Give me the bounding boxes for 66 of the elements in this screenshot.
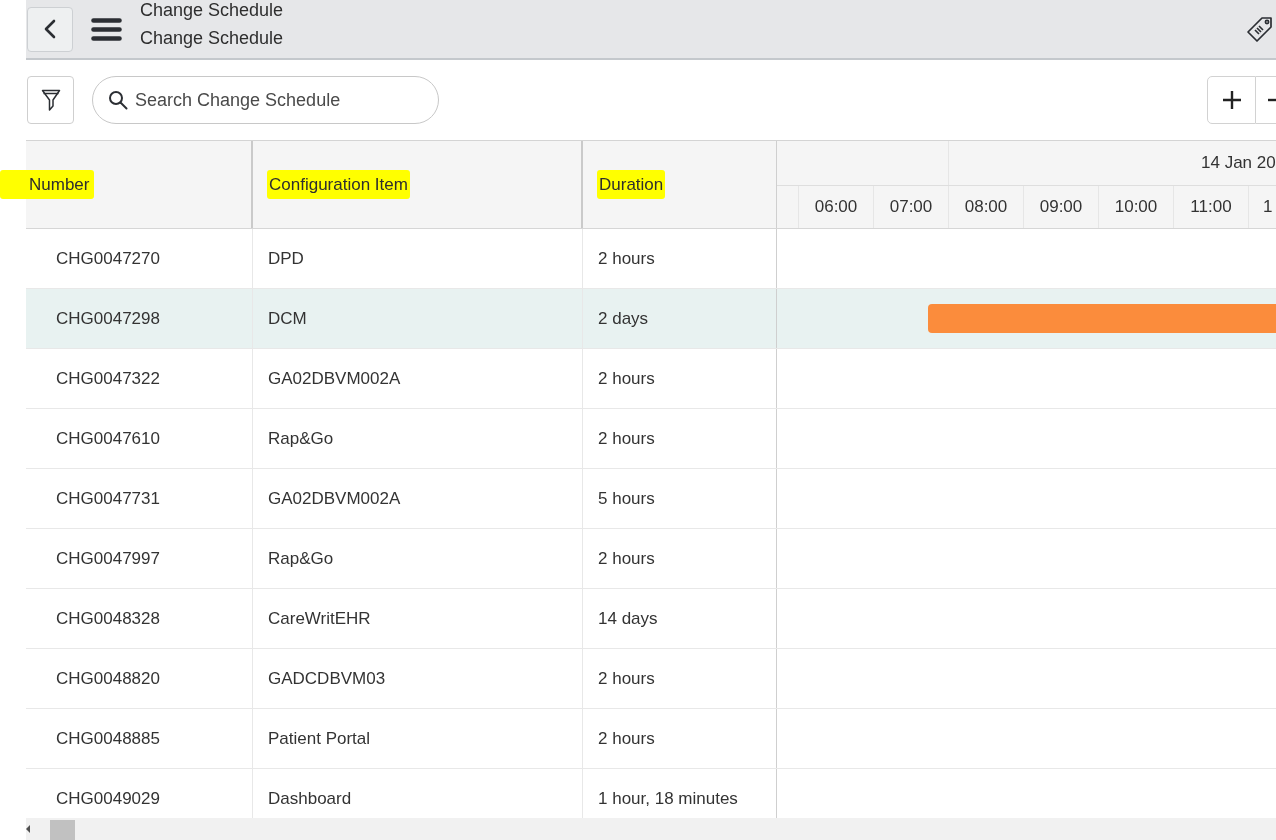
table-cell-text: 2 hours bbox=[598, 727, 655, 750]
hour-label: 08:00 bbox=[964, 196, 1008, 219]
search-field[interactable]: Search Change Schedule bbox=[92, 76, 439, 124]
plus-icon bbox=[1221, 90, 1242, 110]
table-cell-text: CHG0047322 bbox=[56, 367, 160, 390]
table-cell-text: 2 hours bbox=[598, 247, 655, 270]
table-cell-text: DCM bbox=[268, 307, 307, 330]
table-cell-text: Dashboard bbox=[268, 787, 352, 810]
table-cell-text: CHG0047731 bbox=[56, 487, 160, 510]
table-cell-text: CHG0048820 bbox=[56, 667, 160, 690]
table-cell-text: 2 hours bbox=[598, 667, 655, 690]
table-row[interactable]: CHG0048820 GADCDBVM03 2 hours bbox=[26, 649, 1276, 709]
zoom-in-button[interactable] bbox=[1207, 76, 1256, 124]
hour-label: 07:00 bbox=[889, 196, 933, 219]
table-cell-text: 14 days bbox=[598, 607, 658, 630]
column-header[interactable]: Number bbox=[0, 169, 95, 200]
table-cell-text: 2 days bbox=[598, 307, 649, 330]
hour-label: 1 bbox=[1263, 196, 1273, 219]
minus-icon bbox=[1268, 98, 1276, 102]
table-cell-text: CHG0047610 bbox=[56, 427, 160, 450]
table-cell-text: GADCDBVM03 bbox=[268, 667, 386, 690]
breadcrumb-title: Change Schedule bbox=[140, 0, 284, 22]
table-cell-text: GA02DBVM002A bbox=[268, 487, 401, 510]
table-cell-text: CHG0047997 bbox=[56, 547, 160, 570]
table-cell-text: 1 hour, 18 minutes bbox=[598, 787, 738, 810]
table-cell-text: DPD bbox=[268, 247, 304, 270]
table-row[interactable]: CHG0048885 Patient Portal 2 hours bbox=[26, 709, 1276, 769]
table-cell-text: 2 hours bbox=[598, 427, 655, 450]
menu-icon[interactable] bbox=[91, 17, 122, 41]
hour-label: 06:00 bbox=[814, 196, 858, 219]
table-cell-text: 2 hours bbox=[598, 547, 655, 570]
table-cell-text: 5 hours bbox=[598, 487, 655, 510]
funnel-icon bbox=[40, 88, 61, 112]
table-row[interactable]: CHG0047298 DCM 2 days bbox=[26, 289, 1276, 349]
table-row[interactable]: CHG0047610 Rap&Go 2 hours bbox=[26, 409, 1276, 469]
date-label: 14 Jan 20 bbox=[1201, 152, 1276, 175]
back-button[interactable] bbox=[27, 6, 73, 52]
scroll-left-arrow-icon[interactable] bbox=[26, 825, 30, 833]
scrollbar-thumb[interactable] bbox=[50, 820, 75, 840]
column-header[interactable]: Duration bbox=[597, 169, 666, 200]
search-icon bbox=[108, 90, 128, 110]
hour-label: 09:00 bbox=[1039, 196, 1083, 219]
table-cell-text: CHG0048328 bbox=[56, 607, 160, 630]
chevron-left-icon bbox=[44, 19, 56, 39]
table-row[interactable]: CHG0047731 GA02DBVM002A 5 hours bbox=[26, 469, 1276, 529]
table-cell-text: Rap&Go bbox=[268, 547, 334, 570]
table-cell-text: Patient Portal bbox=[268, 727, 371, 750]
hour-label: 10:00 bbox=[1114, 196, 1158, 219]
hour-label: 11:00 bbox=[1190, 196, 1232, 219]
page-title: Change Schedule bbox=[140, 27, 284, 50]
horizontal-scrollbar[interactable] bbox=[26, 818, 1276, 840]
table-cell-text: Rap&Go bbox=[268, 427, 334, 450]
table-cell-text: CHG0047270 bbox=[56, 247, 160, 270]
table-cell-text: CHG0048885 bbox=[56, 727, 160, 750]
table-row[interactable]: CHG0047997 Rap&Go 2 hours bbox=[26, 529, 1276, 589]
table-row[interactable]: CHG0047270 DPD 2 hours bbox=[26, 229, 1276, 289]
table-cell-text: CareWritEHR bbox=[268, 607, 371, 630]
table-row[interactable]: CHG0047322 GA02DBVM002A 2 hours bbox=[26, 349, 1276, 409]
table-cell-text: CHG0047298 bbox=[56, 307, 160, 330]
table-row[interactable]: CHG0048328 CareWritEHR 14 days bbox=[26, 589, 1276, 649]
table-cell-text: CHG0049029 bbox=[56, 787, 160, 810]
filter-button[interactable] bbox=[27, 76, 74, 124]
table-cell-text: GA02DBVM002A bbox=[268, 367, 401, 390]
column-header[interactable]: Configuration Item bbox=[267, 169, 410, 200]
table-cell-text: 2 hours bbox=[598, 367, 655, 390]
tag-icon[interactable] bbox=[1246, 15, 1274, 43]
